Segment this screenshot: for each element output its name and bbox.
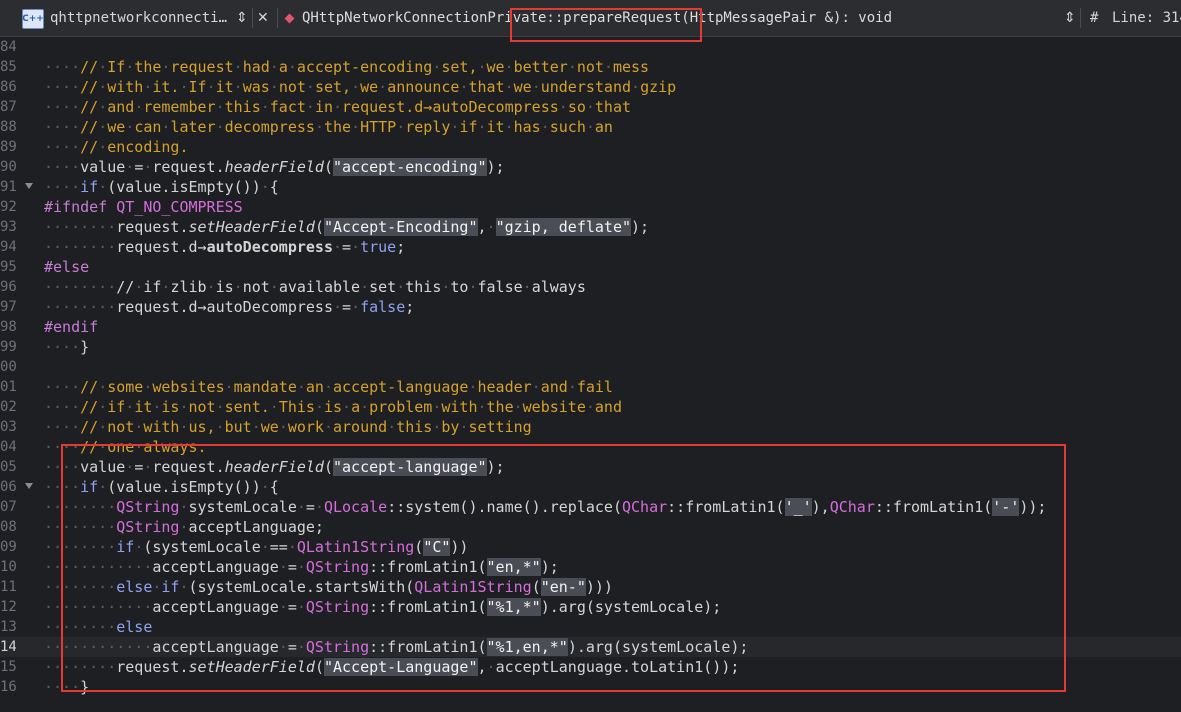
line-number: 90 xyxy=(0,159,16,175)
close-file-icon[interactable]: ✕ xyxy=(257,0,269,36)
code-line[interactable]: 85 ····//·If·the·request·had·a·accept-enc… xyxy=(0,57,1181,77)
line-number: 87 xyxy=(0,99,16,115)
line-number: 86 xyxy=(0,79,16,95)
line-number: 88 xyxy=(0,119,16,135)
code-text: ····//·and·remember·this·fact·in·request… xyxy=(44,98,632,116)
line-number: 10 xyxy=(0,559,16,575)
line-number: 11 xyxy=(0,579,16,595)
code-line[interactable]: 03 ····//·not·with·us,·but·we·work·around… xyxy=(0,417,1181,437)
code-line[interactable]: 97 ········request.d→autoDecompress·=·fal… xyxy=(0,297,1181,317)
code-text: ········request.d→autoDecompress·=·false… xyxy=(44,298,415,316)
line-number: 09 xyxy=(0,539,16,555)
line-number: 04 xyxy=(0,439,16,455)
code-line[interactable]: 87 ····//·and·remember·this·fact·in·reque… xyxy=(0,97,1181,117)
code-text: #else xyxy=(44,258,90,276)
line-number: 06 xyxy=(0,479,16,495)
code-line[interactable]: 92 #ifndef QT_NO_COMPRESS xyxy=(0,197,1181,217)
code-text: ····//·encoding. xyxy=(44,138,189,156)
fold-arrow-icon[interactable] xyxy=(25,483,33,489)
code-line[interactable]: 89 ····//·encoding. xyxy=(0,137,1181,157)
code-line[interactable]: 90 ····value·=·request.headerField("accep… xyxy=(0,157,1181,177)
line-number: 14 xyxy=(0,639,16,655)
code-line[interactable]: 95 #else xyxy=(0,257,1181,277)
line-number: 16 xyxy=(0,679,16,695)
code-line[interactable]: 98 #endif xyxy=(0,317,1181,337)
code-text: #endif xyxy=(44,318,99,336)
code-text: ········request.setHeaderField("Accept-E… xyxy=(44,218,650,236)
line-number: 89 xyxy=(0,139,16,155)
annotation-box-function-name xyxy=(510,8,702,42)
line-number: 08 xyxy=(0,519,16,535)
cpp-file-icon: C++ xyxy=(22,9,44,29)
code-text: ····} xyxy=(44,338,90,356)
line-number: 96 xyxy=(0,279,16,295)
line-number: 85 xyxy=(0,59,16,75)
line-number: 84 xyxy=(0,39,16,55)
code-line[interactable]: 91 ····if·(value.isEmpty())·{ xyxy=(0,177,1181,197)
line-indicator[interactable]: Line: 314 xyxy=(1112,0,1181,36)
line-number: 95 xyxy=(0,259,16,275)
symbol-selector-arrows-icon[interactable]: ⇕ xyxy=(1064,0,1076,36)
toolbar-divider xyxy=(252,8,253,28)
line-number: 00 xyxy=(0,359,16,375)
code-text: ····value·=·request.headerField("accept-… xyxy=(44,158,505,176)
code-text: ····//·we·can·later·decompress·the·HTTP·… xyxy=(44,118,613,136)
line-number: 07 xyxy=(0,499,16,515)
code-line[interactable]: 00 xyxy=(0,357,1181,377)
code-line[interactable]: 99 ····} xyxy=(0,337,1181,357)
code-text: ····//·if·it·is·not·sent.·This·is·a·prob… xyxy=(44,398,622,416)
toolbar-divider xyxy=(1080,8,1081,28)
function-icon xyxy=(284,13,295,24)
annotation-box-accept-language-block xyxy=(61,444,1066,692)
code-text: ····//·not·with·us,·but·we·work·around·t… xyxy=(44,418,532,436)
code-line[interactable]: 01 ····//·some·websites·mandate·an·accept… xyxy=(0,377,1181,397)
code-text: ····//·If·the·request·had·a·accept-encod… xyxy=(44,58,650,76)
line-number: 02 xyxy=(0,399,16,415)
fold-arrow-icon[interactable] xyxy=(25,183,33,189)
line-number: 97 xyxy=(0,299,16,315)
line-number: 98 xyxy=(0,319,16,335)
code-text: ········request.d→autoDecompress·=·true; xyxy=(44,238,406,256)
line-number: 92 xyxy=(0,199,16,215)
line-number: 94 xyxy=(0,239,16,255)
line-number: 03 xyxy=(0,419,16,435)
line-number: 01 xyxy=(0,379,16,395)
code-line[interactable]: 88 ····//·we·can·later·decompress·the·HTT… xyxy=(0,117,1181,137)
toolbar-divider xyxy=(277,8,278,28)
code-text: ····//·some·websites·mandate·an·accept-l… xyxy=(44,378,613,396)
code-text: ········//·if·zlib·is·not·available·set·… xyxy=(44,278,586,296)
code-line[interactable]: 93 ········request.setHeaderField("Accept… xyxy=(0,217,1181,237)
code-line[interactable]: 86 ····//·with·it.·If·it·was·not·set,·we·… xyxy=(0,77,1181,97)
code-text: #ifndef QT_NO_COMPRESS xyxy=(44,198,243,216)
code-text: ····if·(value.isEmpty())·{ xyxy=(44,178,279,196)
line-number: 05 xyxy=(0,459,16,475)
code-line[interactable]: 96 ········//·if·zlib·is·not·available·se… xyxy=(0,277,1181,297)
code-text: ····//·with·it.·If·it·was·not·set,·we·an… xyxy=(44,78,677,96)
line-number: 93 xyxy=(0,219,16,235)
file-selector[interactable]: qhttpnetworkconnecti… xyxy=(50,0,230,36)
hash-icon[interactable]: # xyxy=(1090,0,1098,36)
line-number: 91 xyxy=(0,179,16,195)
code-line[interactable]: 02 ····//·if·it·is·not·sent.·This·is·a·pr… xyxy=(0,397,1181,417)
line-number: 13 xyxy=(0,619,16,635)
file-selector-arrows-icon[interactable]: ⇕ xyxy=(236,0,248,36)
code-line[interactable]: 94 ········request.d→autoDecompress·=·tru… xyxy=(0,237,1181,257)
line-number: 99 xyxy=(0,339,16,355)
line-number: 12 xyxy=(0,599,16,615)
line-number: 15 xyxy=(0,659,16,675)
